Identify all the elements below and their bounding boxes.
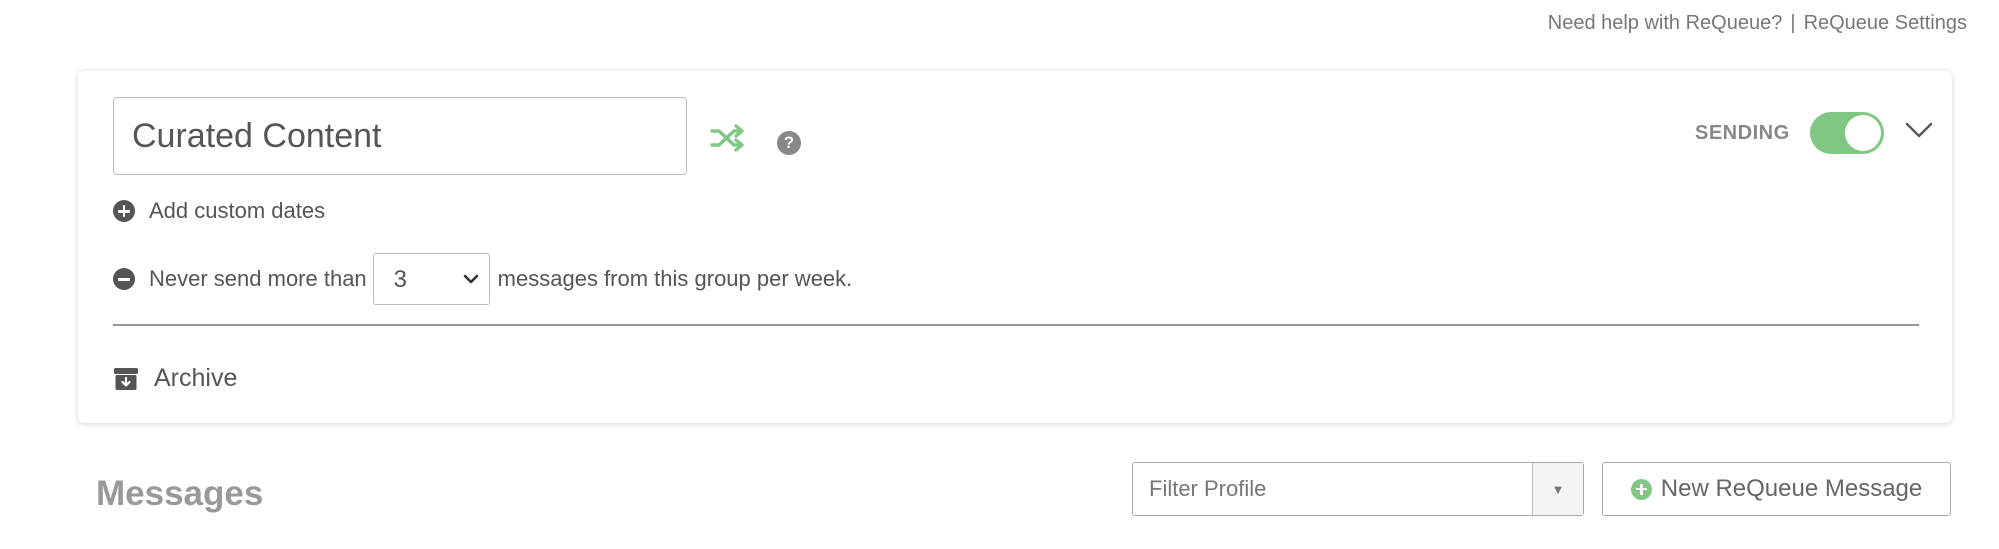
toggle-knob <box>1845 115 1881 151</box>
send-limit-row: Never send more than 3 messages from thi… <box>113 253 852 305</box>
add-custom-dates-label: Add custom dates <box>149 198 326 223</box>
shuffle-icon[interactable] <box>710 123 744 153</box>
plus-circle-icon <box>1630 478 1652 500</box>
link-separator: | <box>1790 12 1796 34</box>
requeue-group-card: ? SENDING Add custom dates Never send mo… <box>78 71 1952 423</box>
question-circle-icon[interactable]: ? <box>777 131 801 155</box>
filter-profile-select[interactable]: ▼ <box>1132 462 1584 516</box>
filter-dropdown-toggle[interactable]: ▼ <box>1532 463 1583 515</box>
limit-select[interactable]: 3 <box>372 253 490 305</box>
archive-label: Archive <box>154 364 238 392</box>
help-link[interactable]: Need help with ReQueue? <box>1548 12 1783 35</box>
top-links: Need help with ReQueue? | ReQueue Settin… <box>1548 12 1967 35</box>
new-requeue-message-button[interactable]: New ReQueue Message <box>1602 462 1951 516</box>
add-custom-dates-button[interactable]: Add custom dates <box>113 198 325 224</box>
chevron-down-icon[interactable] <box>1905 121 1933 139</box>
new-message-label: New ReQueue Message <box>1660 475 1923 502</box>
sending-toggle[interactable] <box>1810 112 1884 154</box>
filter-profile-input[interactable] <box>1133 463 1532 515</box>
group-title-input[interactable] <box>113 97 687 175</box>
minus-circle-icon[interactable] <box>113 268 135 290</box>
archive-button[interactable]: Archive <box>113 364 237 393</box>
sending-label: SENDING <box>1695 122 1790 144</box>
settings-link[interactable]: ReQueue Settings <box>1804 12 1967 35</box>
select-chevron-icon <box>463 274 478 284</box>
card-divider <box>113 324 1919 326</box>
messages-heading: Messages <box>96 474 264 513</box>
limit-select-value: 3 <box>393 266 408 293</box>
limit-suffix-text: messages from this group per week. <box>497 266 853 291</box>
limit-prefix-text: Never send more than <box>149 266 367 291</box>
archive-box-icon <box>114 367 138 390</box>
plus-circle-icon <box>113 200 135 222</box>
